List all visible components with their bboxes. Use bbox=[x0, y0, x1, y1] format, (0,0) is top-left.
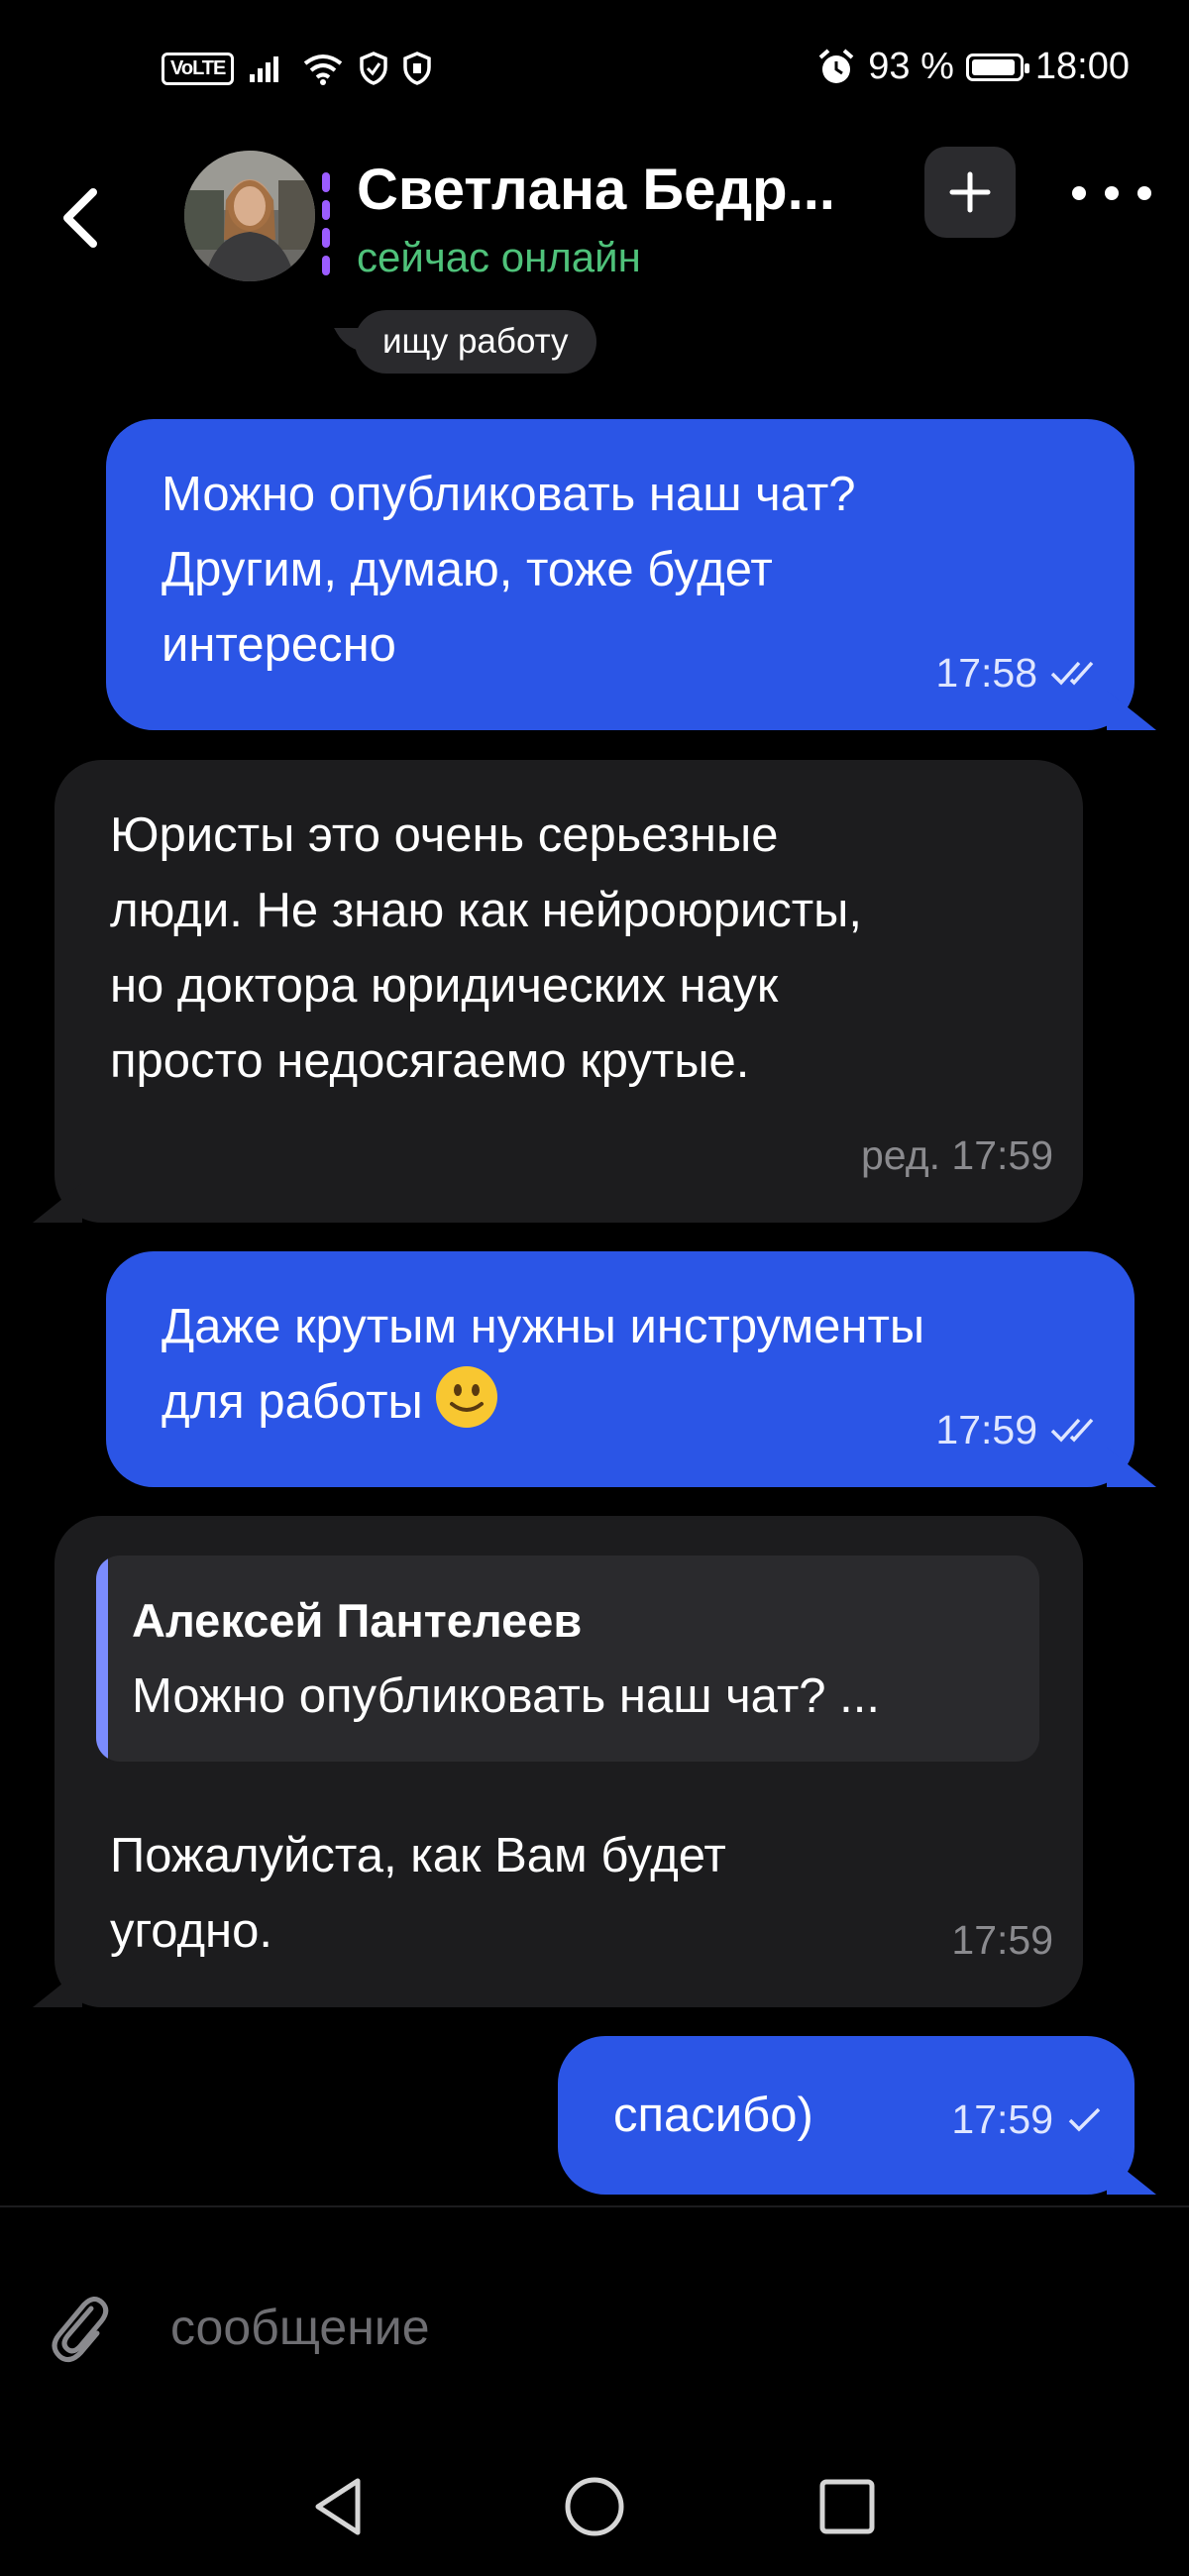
contact-avatar[interactable] bbox=[184, 147, 335, 295]
volte-icon: VoLTE bbox=[162, 52, 235, 85]
contact-online-status: сейчас онлайн bbox=[357, 234, 641, 280]
contact-name[interactable]: Светлана Бедр... bbox=[357, 157, 882, 223]
back-button[interactable] bbox=[52, 178, 111, 258]
triangle-back-icon bbox=[315, 2478, 361, 2535]
chat-header: Светлана Бедр... сейчас онлайн ищу работ… bbox=[0, 139, 1189, 396]
nav-recents-button[interactable] bbox=[808, 2467, 887, 2546]
reply-accent-bar bbox=[96, 1556, 108, 1762]
outgoing-message[interactable]: Можно опубликовать наш чат? Другим, дума… bbox=[106, 419, 1156, 730]
attach-button[interactable] bbox=[48, 2287, 111, 2366]
double-check-icon bbox=[1050, 1418, 1094, 1443]
status-bar-right: 93 % 18:00 bbox=[816, 46, 1130, 88]
wifi-icon bbox=[304, 54, 343, 85]
reply-author: Алексей Пантелеев bbox=[132, 1594, 583, 1647]
system-navigation-bar bbox=[0, 2437, 1189, 2576]
bubble-tail bbox=[33, 1183, 82, 1223]
more-dot-icon bbox=[1105, 186, 1119, 200]
message-meta: 17:58 bbox=[935, 635, 1105, 710]
slightly-smiling-face-icon bbox=[436, 1366, 498, 1428]
clock: 18:00 bbox=[1034, 46, 1130, 87]
message-input[interactable] bbox=[168, 2277, 1064, 2378]
incoming-message[interactable]: Юристы это очень серьезные люди. Не знаю… bbox=[33, 760, 1083, 1223]
message-time: 17:59 bbox=[935, 1407, 1037, 1452]
outgoing-message[interactable]: спасибо) 17:59 bbox=[558, 2036, 1156, 2195]
bubble-tail bbox=[33, 1968, 82, 2007]
message-text: Можно опубликовать наш чат? Другим, дума… bbox=[162, 468, 856, 672]
square-recents-icon bbox=[819, 2479, 875, 2534]
message-time: ред. 17:59 bbox=[860, 1132, 1053, 1178]
bubble-tail bbox=[1107, 1448, 1156, 1487]
outgoing-message[interactable]: Даже крутым нужны инструменты для работы… bbox=[106, 1251, 1156, 1487]
story-ring bbox=[322, 172, 330, 275]
message-text-content: Даже крутым нужны инструменты для работы bbox=[162, 1300, 925, 1429]
alarm-icon bbox=[818, 48, 854, 83]
message-time: 17:59 bbox=[951, 2096, 1053, 2142]
signal-icon bbox=[250, 56, 279, 82]
message-time: 17:58 bbox=[935, 650, 1037, 696]
message-text: спасибо) bbox=[613, 2089, 813, 2142]
message-meta: 17:59 bbox=[951, 2082, 1105, 2157]
shield-icon bbox=[360, 52, 388, 85]
message-composer bbox=[0, 2207, 1189, 2406]
reply-text: Можно опубликовать наш чат? ... bbox=[132, 1669, 881, 1723]
vpn-shield-icon bbox=[403, 52, 432, 85]
more-dot-icon bbox=[1137, 186, 1151, 200]
contact-status-chip[interactable]: ищу работу bbox=[355, 310, 596, 374]
bubble-tail bbox=[1107, 2155, 1156, 2195]
nav-home-button[interactable] bbox=[555, 2467, 634, 2546]
message-meta: ред. 17:59 bbox=[861, 1118, 1053, 1193]
message-text: Даже крутым нужны инструменты для работы bbox=[162, 1289, 924, 1440]
more-options-button[interactable] bbox=[1072, 168, 1151, 218]
paperclip-icon bbox=[52, 2297, 109, 2363]
single-check-icon bbox=[1068, 2107, 1101, 2132]
nav-back-button[interactable] bbox=[300, 2467, 379, 2546]
circle-home-icon bbox=[565, 2477, 624, 2536]
double-check-icon bbox=[1050, 661, 1094, 686]
battery-icon bbox=[965, 53, 1029, 81]
message-text: Пожалуйста, как Вам будет угодно. bbox=[110, 1829, 726, 1958]
plus-icon bbox=[949, 171, 991, 213]
message-meta: 17:59 bbox=[935, 1392, 1105, 1467]
add-button[interactable] bbox=[924, 147, 1016, 238]
message-time: 17:59 bbox=[951, 1917, 1053, 1963]
reply-quote[interactable]: Алексей Пантелеев Можно опубликовать наш… bbox=[96, 1556, 1039, 1762]
battery-percent: 93 % bbox=[868, 46, 954, 87]
message-text: Юристы это очень серьезные люди. Не знаю… bbox=[110, 808, 862, 1088]
avatar bbox=[184, 151, 315, 281]
status-bar-left: VoLTE bbox=[162, 52, 432, 85]
bubble-tail bbox=[1107, 691, 1156, 730]
status-bar: VoLTE 93 % 18:00 bbox=[0, 0, 1189, 149]
message-meta: 17:59 bbox=[951, 1902, 1053, 1978]
more-dot-icon bbox=[1072, 186, 1086, 200]
incoming-message[interactable]: Алексей Пантелеев Можно опубликовать наш… bbox=[33, 1516, 1083, 2007]
chevron-left-icon bbox=[63, 188, 97, 248]
